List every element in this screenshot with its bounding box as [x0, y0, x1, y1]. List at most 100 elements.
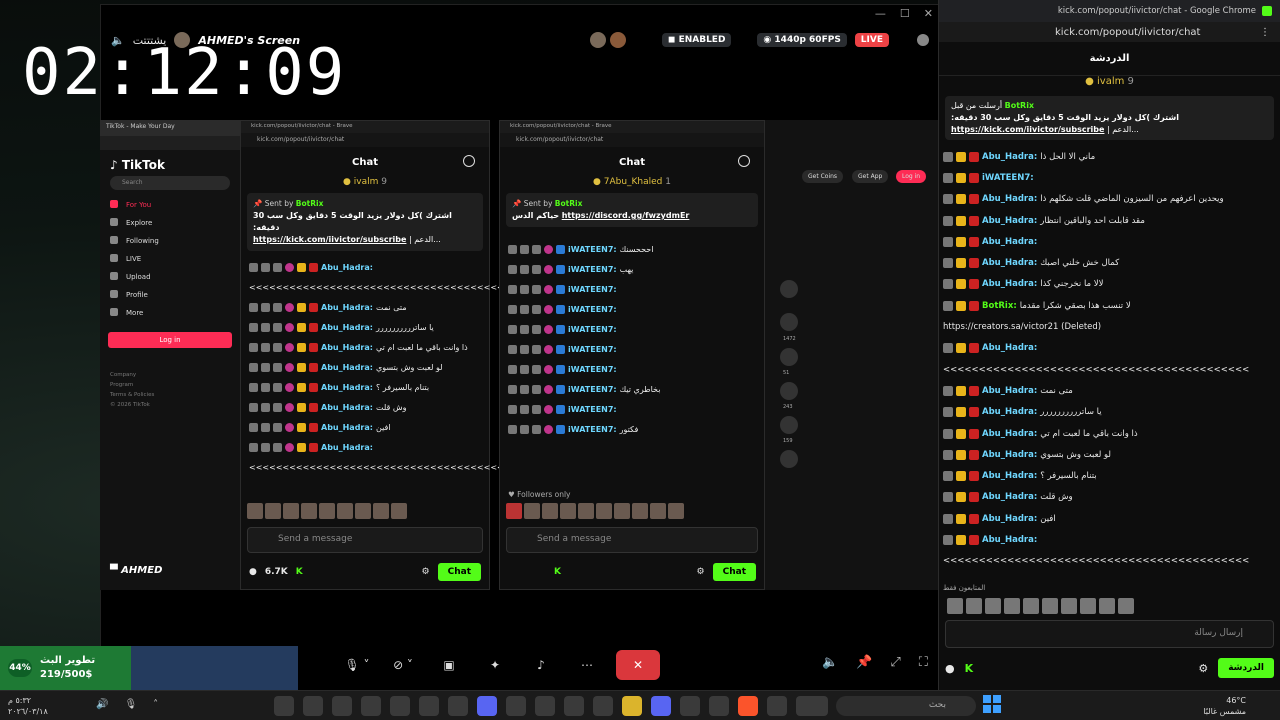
disconnect-button[interactable]: ✕	[616, 650, 660, 680]
app-icon[interactable]	[709, 696, 729, 716]
settings-icon[interactable]: ⚙	[1198, 662, 1208, 675]
comment-icon[interactable]	[780, 348, 798, 366]
chat-message[interactable]: <<<<<<<<<<<<<<<<<<<<<<<<<<<<<<<<<<<<<<<<…	[943, 551, 1276, 572]
chat-message[interactable]: iWATEEN7:	[508, 299, 756, 319]
screen-share-button[interactable]: ▣	[432, 651, 466, 679]
chat-message[interactable]: Abu_Hadra: ذا وانت باقي ما لعبت ام تي	[943, 423, 1276, 444]
chat-username[interactable]: iWATEEN7:	[568, 345, 617, 354]
chat-message[interactable]: iWATEEN7:	[508, 359, 756, 379]
maximize-button[interactable]: ☐	[900, 7, 910, 20]
pin-icon[interactable]: 📌	[856, 655, 872, 670]
message-input[interactable]: Send a message	[247, 527, 483, 553]
chat-message[interactable]: Abu_Hadra:	[943, 529, 1276, 550]
app-icon[interactable]	[419, 696, 439, 716]
app-icon[interactable]	[767, 696, 787, 716]
chat-message[interactable]: Abu_Hadra:	[943, 338, 1276, 359]
fullscreen-icon[interactable]: ⛶	[919, 655, 928, 670]
chat-message[interactable]: Abu_Hadra:	[249, 257, 481, 277]
chat-message[interactable]: Abu_Hadra: بتنام بالسيرفر ؟	[943, 465, 1276, 486]
app-icon[interactable]	[680, 696, 700, 716]
discord-icon[interactable]	[651, 696, 671, 716]
chat-username[interactable]: BotRix:	[982, 301, 1017, 311]
creator-avatar[interactable]	[780, 280, 798, 298]
music-disc-icon[interactable]	[780, 450, 798, 468]
app-icon[interactable]	[535, 696, 555, 716]
chat-username[interactable]: Abu_Hadra:	[321, 403, 373, 412]
chat-username[interactable]: Abu_Hadra:	[321, 263, 373, 272]
subscribe-link[interactable]: https://kick.com/iivictor/subscribe	[253, 235, 406, 244]
chat-username[interactable]: Abu_Hadra:	[321, 383, 373, 392]
discord-icon[interactable]	[477, 696, 497, 716]
camera-off-button[interactable]: ⊘ ˅	[386, 651, 420, 679]
chat-username[interactable]: iWATEEN7:	[568, 245, 617, 254]
subscribe-link[interactable]: https://kick.com/iivictor/subscribe	[951, 125, 1104, 134]
chat-username[interactable]: iWATEEN7:	[568, 425, 617, 434]
chat-username[interactable]: Abu_Hadra:	[982, 194, 1037, 204]
chat-username[interactable]: Abu_Hadra:	[982, 258, 1037, 268]
chat-username[interactable]: Abu_Hadra:	[321, 323, 373, 332]
tiktok-tab[interactable]: TikTok - Make Your Day	[100, 120, 240, 136]
chat-message[interactable]: Abu_Hadra: افين	[249, 417, 481, 437]
chat-message[interactable]: iWATEEN7: فكتور	[508, 419, 756, 439]
nav-profile[interactable]: Profile	[110, 286, 230, 304]
chat-username[interactable]: Abu_Hadra:	[321, 343, 373, 352]
app-icon[interactable]	[361, 696, 381, 716]
chat-message[interactable]: Abu_Hadra: يا ساترررررررررر	[943, 402, 1276, 423]
message-input[interactable]: إرسال رسالة	[945, 620, 1274, 648]
chat-username[interactable]: Abu_Hadra:	[982, 152, 1037, 162]
chat-message[interactable]: Abu_Hadra:	[943, 231, 1276, 252]
chat-username[interactable]: Abu_Hadra:	[321, 303, 373, 312]
brave-icon[interactable]	[738, 696, 758, 716]
chat-message[interactable]: iWATEEN7:	[943, 167, 1276, 188]
like-icon[interactable]	[780, 313, 798, 331]
tiktok-addressbar[interactable]	[100, 136, 240, 150]
chat-message[interactable]: Abu_Hadra: افين	[943, 508, 1276, 529]
chat-message[interactable]: Abu_Hadra: متى نمت	[249, 297, 481, 317]
chat-username[interactable]: Abu_Hadra:	[982, 343, 1037, 353]
chat-username[interactable]: iWATEEN7:	[568, 365, 617, 374]
chat-username[interactable]: Abu_Hadra:	[321, 363, 373, 372]
app-icon[interactable]	[390, 696, 410, 716]
chat-message[interactable]: Abu_Hadra: لو لعبت وش بتسوي	[249, 357, 481, 377]
chat-username[interactable]: iWATEEN7:	[568, 325, 617, 334]
chat-username[interactable]: Abu_Hadra:	[982, 237, 1037, 247]
discord-link[interactable]: https://discord.gg/fwzydmEr	[562, 211, 690, 220]
users-icon[interactable]	[463, 155, 475, 167]
chat-message[interactable]: iWATEEN7: بخاطري تيك	[508, 379, 756, 399]
app-icon[interactable]	[332, 696, 352, 716]
mic-icon[interactable]: 🎙	[124, 699, 137, 710]
nav-live[interactable]: LIVE	[110, 250, 230, 268]
chat-message[interactable]: iWATEEN7: احححسنك	[508, 239, 756, 259]
chat-username[interactable]: Abu_Hadra:	[982, 386, 1037, 396]
kick-icon[interactable]: K	[296, 567, 303, 577]
microphone-button[interactable]: 🎙 ˅	[340, 651, 374, 679]
message-input[interactable]: Send a message	[506, 527, 758, 553]
get-app-button[interactable]: Get App	[852, 170, 889, 183]
chat-message[interactable]: <<<<<<<<<<<<<<<<<<<<<<<<<<<<<<<<<<<<<<<<…	[249, 457, 571, 477]
chat-username[interactable]: Abu_Hadra:	[982, 279, 1037, 289]
chat-username[interactable]: Abu_Hadra:	[982, 471, 1037, 481]
settings-icon[interactable]: ⚙	[422, 567, 430, 577]
chat-username[interactable]: Abu_Hadra:	[321, 443, 373, 452]
app-icon[interactable]	[564, 696, 584, 716]
app-icon[interactable]	[506, 696, 526, 716]
chat-username[interactable]: iWATEEN7:	[568, 285, 617, 294]
chat-message[interactable]: BotRix: لا تنسب هذا بصقي شكرا مقدما	[943, 295, 1276, 316]
more-options-button[interactable]: ⋯	[570, 651, 604, 679]
app-icon[interactable]	[796, 696, 828, 716]
kick-icon[interactable]: K	[554, 567, 561, 577]
tiktok-login-top[interactable]: Log in	[896, 170, 927, 183]
app-icon[interactable]	[448, 696, 468, 716]
nav-upload[interactable]: Upload	[110, 268, 230, 286]
weather-widget[interactable]: 46°C مشمس غالبًا	[1203, 695, 1246, 717]
chat-message[interactable]: <<<<<<<<<<<<<<<<<<<<<<<<<<<<<<<<<<<<<<<<…	[249, 277, 571, 297]
chat-message[interactable]: Abu_Hadra: مقد قابلت احد والباقين انتظار	[943, 210, 1276, 231]
taskbar-clock[interactable]: ٥:٣٢ م ٢٠٢٦/٠٣/١٨	[8, 695, 48, 717]
taskbar-search[interactable]: بحث	[836, 696, 976, 716]
minimize-button[interactable]: —	[875, 7, 886, 20]
windows-start-icon[interactable]	[983, 695, 1001, 713]
chat-message[interactable]: Abu_Hadra: وش قلت	[249, 397, 481, 417]
chat-message[interactable]: Abu_Hadra: كمال خش خلني اصبك	[943, 252, 1276, 273]
soundboard-button[interactable]: ♪	[524, 651, 558, 679]
footer-company[interactable]: Company	[110, 370, 230, 380]
